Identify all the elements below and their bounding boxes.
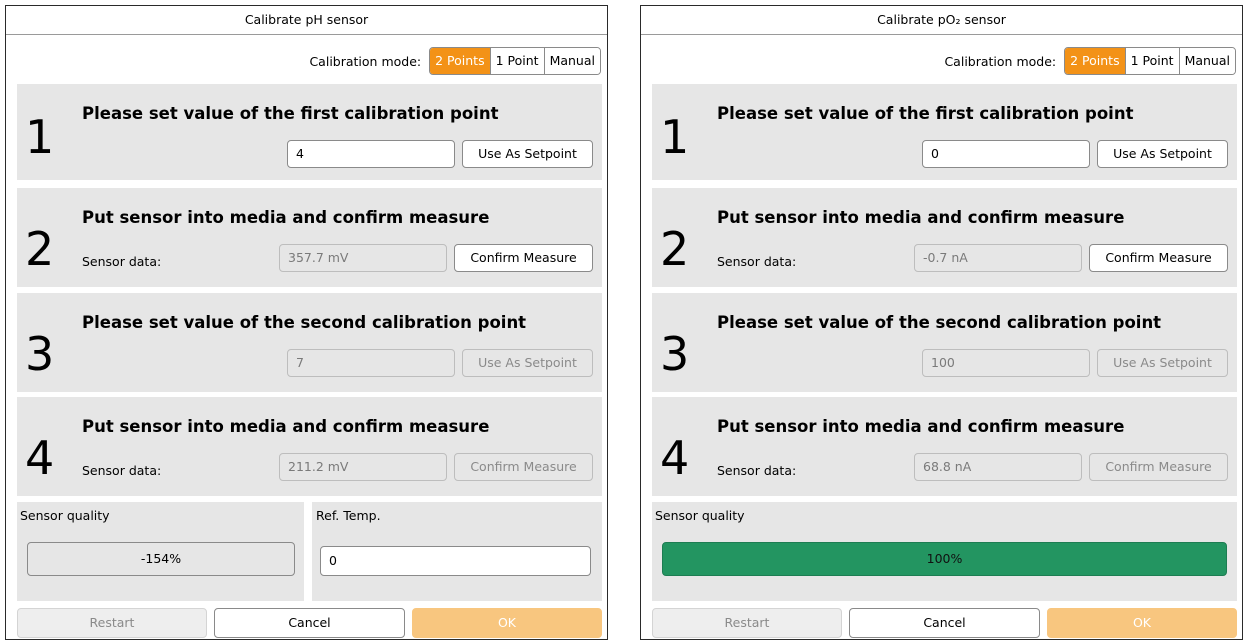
- step-title: Put sensor into media and confirm measur…: [717, 208, 1125, 227]
- step-number: 2: [660, 222, 690, 276]
- step-number: 1: [25, 110, 55, 164]
- sensor-quality-value: -154%: [27, 542, 295, 576]
- step-number: 1: [660, 110, 690, 164]
- step-3-panel: 3 Please set value of the second calibra…: [17, 293, 602, 392]
- confirm-measure-button[interactable]: Confirm Measure: [454, 453, 593, 481]
- step-number: 4: [25, 431, 55, 485]
- use-as-setpoint-button[interactable]: Use As Setpoint: [1097, 349, 1228, 377]
- sensor-quality-label: Sensor quality: [655, 508, 745, 523]
- sensor-data-readout: 357.7 mV: [279, 244, 447, 272]
- step-title: Put sensor into media and confirm measur…: [82, 417, 490, 436]
- first-point-input[interactable]: 0: [922, 140, 1090, 168]
- sensor-data-label: Sensor data:: [82, 463, 162, 478]
- step-title: Please set value of the first calibratio…: [717, 104, 1134, 123]
- sensor-quality-panel: Sensor quality 100%: [652, 502, 1237, 601]
- calibrate-po2-dialog: Calibrate pO₂ sensor Calibration mode: 2…: [640, 5, 1243, 640]
- first-point-input[interactable]: 4: [287, 140, 455, 168]
- step-number: 2: [25, 222, 55, 276]
- step-3-panel: 3 Please set value of the second calibra…: [652, 293, 1237, 392]
- calibration-mode-label: Calibration mode:: [944, 53, 1057, 69]
- step-number: 4: [660, 431, 690, 485]
- confirm-measure-button[interactable]: Confirm Measure: [454, 244, 593, 272]
- sensor-quality-bar: 100%: [662, 542, 1227, 576]
- mode-1-point-button[interactable]: 1 Point: [489, 48, 544, 74]
- ok-button[interactable]: OK: [412, 608, 602, 638]
- dialog-title: Calibrate pO₂ sensor: [641, 6, 1242, 35]
- mode-2-points-button[interactable]: 2 Points: [430, 48, 490, 74]
- sensor-data-label: Sensor data:: [717, 254, 797, 269]
- step-number: 3: [660, 327, 690, 381]
- ref-temp-label: Ref. Temp.: [316, 508, 381, 523]
- step-2-panel: 2 Put sensor into media and confirm meas…: [652, 188, 1237, 287]
- calibration-mode-selector: 2 Points 1 Point Manual: [1064, 47, 1236, 75]
- mode-1-point-button[interactable]: 1 Point: [1124, 48, 1179, 74]
- sensor-data-label: Sensor data:: [82, 254, 162, 269]
- mode-manual-button[interactable]: Manual: [1178, 48, 1235, 74]
- step-1-panel: 1 Please set value of the first calibrat…: [652, 84, 1237, 180]
- cancel-button[interactable]: Cancel: [214, 608, 405, 638]
- step-4-panel: 4 Put sensor into media and confirm meas…: [652, 397, 1237, 496]
- ref-temp-panel: Ref. Temp. 0: [312, 502, 602, 601]
- ref-temp-input[interactable]: 0: [320, 546, 591, 576]
- calibration-mode-selector: 2 Points 1 Point Manual: [429, 47, 601, 75]
- sensor-data-readout: -0.7 nA: [914, 244, 1082, 272]
- confirm-measure-button[interactable]: Confirm Measure: [1089, 244, 1228, 272]
- step-4-panel: 4 Put sensor into media and confirm meas…: [17, 397, 602, 496]
- restart-button[interactable]: Restart: [652, 608, 842, 638]
- step-title: Put sensor into media and confirm measur…: [82, 208, 490, 227]
- step-title: Please set value of the first calibratio…: [82, 104, 499, 123]
- calibration-mode-row: Calibration mode: 2 Points 1 Point Manua…: [309, 46, 601, 76]
- dialog-title: Calibrate pH sensor: [6, 6, 607, 35]
- calibration-mode-row: Calibration mode: 2 Points 1 Point Manua…: [944, 46, 1236, 76]
- mode-2-points-button[interactable]: 2 Points: [1065, 48, 1125, 74]
- calibration-mode-label: Calibration mode:: [309, 53, 422, 69]
- restart-button[interactable]: Restart: [17, 608, 207, 638]
- calibrate-ph-dialog: Calibrate pH sensor Calibration mode: 2 …: [5, 5, 608, 640]
- use-as-setpoint-button[interactable]: Use As Setpoint: [1097, 140, 1228, 168]
- sensor-quality-panel: Sensor quality -154%: [17, 502, 304, 601]
- second-point-input[interactable]: 7: [287, 349, 455, 377]
- ok-button[interactable]: OK: [1047, 608, 1237, 638]
- second-point-input[interactable]: 100: [922, 349, 1090, 377]
- sensor-data-readout: 68.8 nA: [914, 453, 1082, 481]
- step-title: Please set value of the second calibrati…: [717, 313, 1162, 332]
- step-1-panel: 1 Please set value of the first calibrat…: [17, 84, 602, 180]
- confirm-measure-button[interactable]: Confirm Measure: [1089, 453, 1228, 481]
- step-2-panel: 2 Put sensor into media and confirm meas…: [17, 188, 602, 287]
- sensor-data-readout: 211.2 mV: [279, 453, 447, 481]
- mode-manual-button[interactable]: Manual: [543, 48, 600, 74]
- step-title: Put sensor into media and confirm measur…: [717, 417, 1125, 436]
- use-as-setpoint-button[interactable]: Use As Setpoint: [462, 140, 593, 168]
- sensor-data-label: Sensor data:: [717, 463, 797, 478]
- sensor-quality-label: Sensor quality: [20, 508, 110, 523]
- use-as-setpoint-button[interactable]: Use As Setpoint: [462, 349, 593, 377]
- cancel-button[interactable]: Cancel: [849, 608, 1040, 638]
- step-title: Please set value of the second calibrati…: [82, 313, 527, 332]
- step-number: 3: [25, 327, 55, 381]
